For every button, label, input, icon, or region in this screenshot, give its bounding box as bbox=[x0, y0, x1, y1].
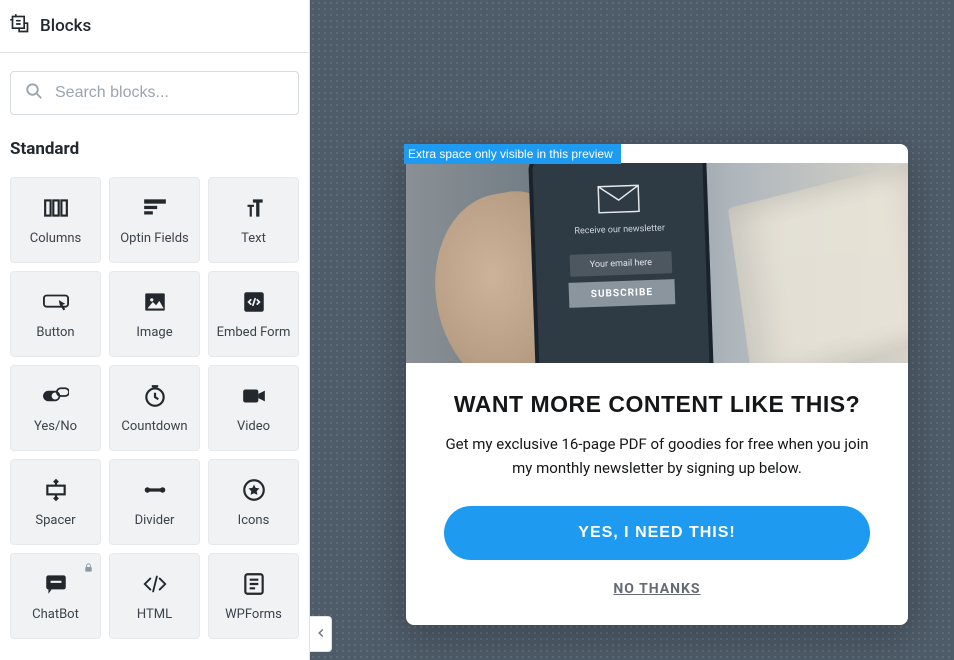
block-item-countdown[interactable]: Countdown bbox=[109, 365, 200, 451]
cta-button[interactable]: YES, I NEED THIS! bbox=[444, 506, 870, 560]
blocks-sidebar: Blocks Standard Columns Optin Fields Text B… bbox=[0, 0, 310, 660]
optin-popup: Receive our newsletter Your email here S… bbox=[406, 144, 908, 625]
chevron-left-icon bbox=[314, 625, 328, 644]
block-label: Icons bbox=[238, 513, 270, 528]
search-wrap[interactable] bbox=[10, 71, 299, 115]
sidebar-header: Blocks bbox=[0, 0, 309, 53]
block-label: Video bbox=[237, 419, 270, 434]
block-item-wpforms[interactable]: WPForms bbox=[208, 553, 299, 639]
block-item-icons[interactable]: Icons bbox=[208, 459, 299, 545]
block-item-divider[interactable]: Divider bbox=[109, 459, 200, 545]
video-icon bbox=[241, 383, 267, 409]
block-item-video[interactable]: Video bbox=[208, 365, 299, 451]
collapse-sidebar-button[interactable] bbox=[310, 616, 332, 652]
block-label: Button bbox=[36, 325, 74, 340]
block-item-embed[interactable]: Embed Form bbox=[208, 271, 299, 357]
icons-icon bbox=[241, 477, 267, 503]
block-item-spacer[interactable]: Spacer bbox=[10, 459, 101, 545]
yesno-icon bbox=[43, 383, 69, 409]
canvas: Extra space only visible in this preview… bbox=[310, 0, 954, 660]
spacer-icon bbox=[43, 477, 69, 503]
chatbot-icon bbox=[43, 571, 69, 597]
block-item-button[interactable]: Button bbox=[10, 271, 101, 357]
sidebar-title: Blocks bbox=[40, 16, 91, 36]
block-item-columns[interactable]: Columns bbox=[10, 177, 101, 263]
block-label: Columns bbox=[30, 231, 82, 246]
section-title-standard: Standard bbox=[10, 139, 299, 159]
search-input[interactable] bbox=[55, 84, 284, 102]
block-label: Countdown bbox=[121, 419, 187, 434]
block-label: ChatBot bbox=[32, 607, 79, 622]
wpforms-icon bbox=[241, 571, 267, 597]
envelope-icon bbox=[597, 184, 640, 217]
phone-subscribe-button: SUBSCRIBE bbox=[568, 279, 675, 308]
block-label: WPForms bbox=[225, 607, 282, 622]
block-label: Embed Form bbox=[217, 325, 291, 340]
blocks-icon bbox=[10, 14, 30, 38]
block-item-text[interactable]: Text bbox=[208, 177, 299, 263]
block-item-chatbot[interactable]: ChatBot bbox=[10, 553, 101, 639]
block-item-image[interactable]: Image bbox=[109, 271, 200, 357]
block-label: Spacer bbox=[35, 513, 75, 528]
popup-title[interactable]: WANT MORE CONTENT LIKE THIS? bbox=[444, 391, 870, 418]
block-label: Optin Fields bbox=[120, 231, 189, 246]
block-label: HTML bbox=[137, 607, 172, 622]
block-item-html[interactable]: HTML bbox=[109, 553, 200, 639]
columns-icon bbox=[43, 195, 69, 221]
lock-icon bbox=[83, 558, 94, 577]
preview-notice: Extra space only visible in this preview bbox=[404, 144, 621, 164]
block-grid: Columns Optin Fields Text Button Image Embed … bbox=[10, 177, 299, 639]
hero-book-graphic bbox=[728, 163, 908, 363]
optin-icon bbox=[142, 195, 168, 221]
text-icon bbox=[241, 195, 267, 221]
block-label: Text bbox=[241, 231, 266, 246]
image-icon bbox=[142, 289, 168, 315]
button-icon bbox=[43, 289, 69, 315]
html-icon bbox=[142, 571, 168, 597]
search-icon bbox=[25, 82, 43, 104]
countdown-icon bbox=[142, 383, 168, 409]
block-label: Divider bbox=[135, 513, 175, 528]
phone-email-field: Your email here bbox=[569, 251, 672, 277]
block-label: Image bbox=[136, 325, 172, 340]
hero-phone-graphic: Receive our newsletter Your email here S… bbox=[532, 163, 710, 363]
popup-description[interactable]: Get my exclusive 16-page PDF of goodies … bbox=[444, 432, 870, 480]
phone-newsletter-label: Receive our newsletter bbox=[574, 223, 665, 236]
block-item-optin[interactable]: Optin Fields bbox=[109, 177, 200, 263]
decline-link[interactable]: NO THANKS bbox=[613, 581, 700, 597]
embed-icon bbox=[241, 289, 267, 315]
popup-hero-image: Receive our newsletter Your email here S… bbox=[406, 163, 908, 363]
divider-icon bbox=[142, 477, 168, 503]
block-label: Yes/No bbox=[34, 419, 77, 434]
block-item-yesno[interactable]: Yes/No bbox=[10, 365, 101, 451]
